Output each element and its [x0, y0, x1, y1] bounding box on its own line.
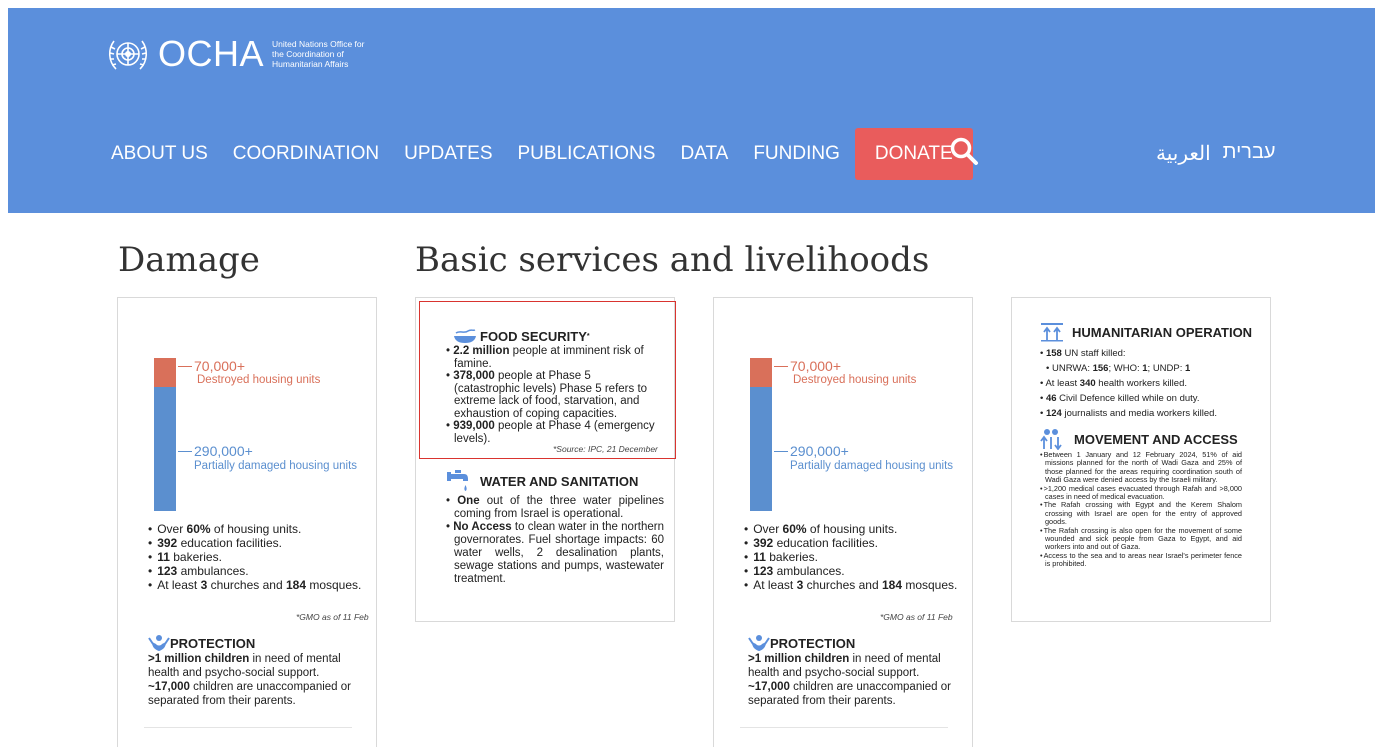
list-item: 378,000 people at Phase 5 (catastrophic … [446, 370, 656, 420]
list-item: The Rafah crossing with Egypt and the Ke… [1040, 501, 1242, 526]
humanitarian-list: 158 UN staff killed: UNRWA: 156; WHO: 1;… [1040, 346, 1250, 421]
logo-subtitle: United Nations Office for the Coordinati… [272, 39, 365, 69]
destroyed-value: 70,000+ [790, 358, 841, 374]
protection-text: >1 million children in need of mental he… [148, 653, 351, 707]
damaged-leader-line [178, 451, 192, 452]
basic-services-heading: Basic services and livelihoods [415, 240, 930, 280]
damage-card-2: 70,000+ Destroyed housing units 290,000+… [713, 297, 973, 747]
movement-access-list: Between 1 January and 12 February 2024, … [1040, 450, 1242, 569]
humanitarian-icon [1041, 323, 1063, 342]
list-item: 392 education facilities. [744, 536, 957, 550]
list-item: 939,000 people at Phase 4 (emergency lev… [446, 420, 656, 445]
search-icon[interactable] [949, 136, 979, 166]
language-switcher: العربية עברית [1156, 141, 1276, 166]
damage-stats-list: Over 60% of housing units. 392 education… [148, 522, 361, 592]
basic-services-card: FOOD SECURITY* 2.2 million people at imm… [415, 297, 676, 622]
list-item: At least 3 churches and 184 mosques. [744, 578, 957, 592]
card-divider [144, 727, 352, 728]
protection-icon [148, 635, 170, 651]
movement-access-heading: MOVEMENT AND ACCESS [1040, 428, 1238, 450]
list-item: 392 education facilities. [148, 536, 361, 550]
main-nav: ABOUT US COORDINATION UPDATES PUBLICATIO… [111, 128, 973, 180]
protection-icon [748, 635, 770, 651]
logo-wordmark: OCHA [158, 33, 265, 74]
list-item: >1,200 medical cases evacuated through R… [1040, 484, 1242, 502]
destroyed-label: Destroyed housing units [197, 374, 321, 386]
damaged-bar [750, 387, 772, 511]
list-item: At least 3 churches and 184 mosques. [148, 578, 361, 592]
damaged-leader-line [774, 451, 788, 452]
nav-data[interactable]: DATA [680, 143, 728, 165]
water-sanitation-list: One out of the three water pipelines com… [446, 495, 664, 586]
site-header: OCHA United Nations Office for the Coord… [8, 8, 1375, 213]
list-item: 11 bakeries. [148, 550, 361, 564]
food-bowl-icon [454, 329, 476, 343]
list-item: Over 60% of housing units. [148, 522, 361, 536]
list-item: Access to the sea and to areas near Isra… [1040, 551, 1242, 569]
nav-about-us[interactable]: ABOUT US [111, 143, 208, 165]
list-item: 11 bakeries. [744, 550, 957, 564]
water-sanitation-heading: WATER AND SANITATION [446, 468, 638, 494]
destroyed-bar [154, 358, 176, 387]
water-tap-icon [447, 470, 468, 491]
list-item: UNRWA: 156; WHO: 1; UNDP: 1 [1040, 361, 1250, 376]
nav-coordination[interactable]: COORDINATION [233, 143, 379, 165]
list-item: The Rafah crossing is also open for the … [1040, 526, 1242, 552]
list-item: At least 340 health workers killed. [1040, 376, 1250, 391]
food-security-heading: FOOD SECURITY * [452, 328, 590, 344]
nav-funding[interactable]: FUNDING [753, 143, 840, 165]
list-item: 158 UN staff killed: [1040, 346, 1250, 361]
list-item: 123 ambulances. [744, 564, 957, 578]
destroyed-leader-line [774, 366, 788, 367]
list-item: Between 1 January and 12 February 2024, … [1040, 450, 1242, 485]
card-divider [740, 727, 948, 728]
destroyed-label: Destroyed housing units [793, 374, 917, 386]
humanitarian-operation-heading: HUMANITARIAN OPERATION [1040, 322, 1252, 342]
damaged-value: 290,000+ [790, 443, 849, 459]
damaged-bar [154, 387, 176, 511]
food-security-list: 2.2 million people at imminent risk of f… [446, 345, 656, 445]
lang-hebrew[interactable]: עברית [1223, 141, 1276, 166]
list-item: One out of the three water pipelines com… [446, 495, 664, 521]
un-emblem-icon [108, 40, 148, 70]
movement-icon [1040, 429, 1062, 450]
ipc-source-note: *Source: IPC, 21 December [553, 444, 658, 454]
gmo-note: *GMO as of 11 Feb [880, 612, 953, 622]
protection-heading: PROTECTION [148, 634, 255, 652]
damage-card: 70,000+ Destroyed housing units 290,000+… [117, 297, 377, 747]
nav-updates[interactable]: UPDATES [404, 143, 492, 165]
damage-stats-list: Over 60% of housing units. 392 education… [744, 522, 957, 592]
ocha-logo[interactable]: OCHA United Nations Office for the Coord… [104, 33, 372, 75]
list-item: 2.2 million people at imminent risk of f… [446, 345, 656, 370]
list-item: No Access to clean water in the northern… [446, 521, 664, 586]
list-item: 123 ambulances. [148, 564, 361, 578]
lang-arabic[interactable]: العربية [1156, 141, 1211, 166]
damage-heading: Damage [118, 240, 260, 280]
list-item: 124 journalists and media workers killed… [1040, 406, 1250, 421]
nav-publications[interactable]: PUBLICATIONS [518, 143, 656, 165]
list-item: 46 Civil Defence killed while on duty. [1040, 391, 1250, 406]
protection-heading: PROTECTION [748, 634, 855, 652]
damaged-label: Partially damaged housing units [790, 460, 954, 472]
destroyed-leader-line [178, 366, 192, 367]
list-item: Over 60% of housing units. [744, 522, 957, 536]
destroyed-value: 70,000+ [194, 358, 245, 374]
gmo-note: *GMO as of 11 Feb [296, 612, 369, 622]
humanitarian-card: HUMANITARIAN OPERATION 158 UN staff kill… [1011, 297, 1271, 622]
damaged-value: 290,000+ [194, 443, 253, 459]
destroyed-bar [750, 358, 772, 387]
damaged-label: Partially damaged housing units [194, 460, 358, 472]
protection-text: >1 million children in need of mental he… [748, 653, 951, 707]
